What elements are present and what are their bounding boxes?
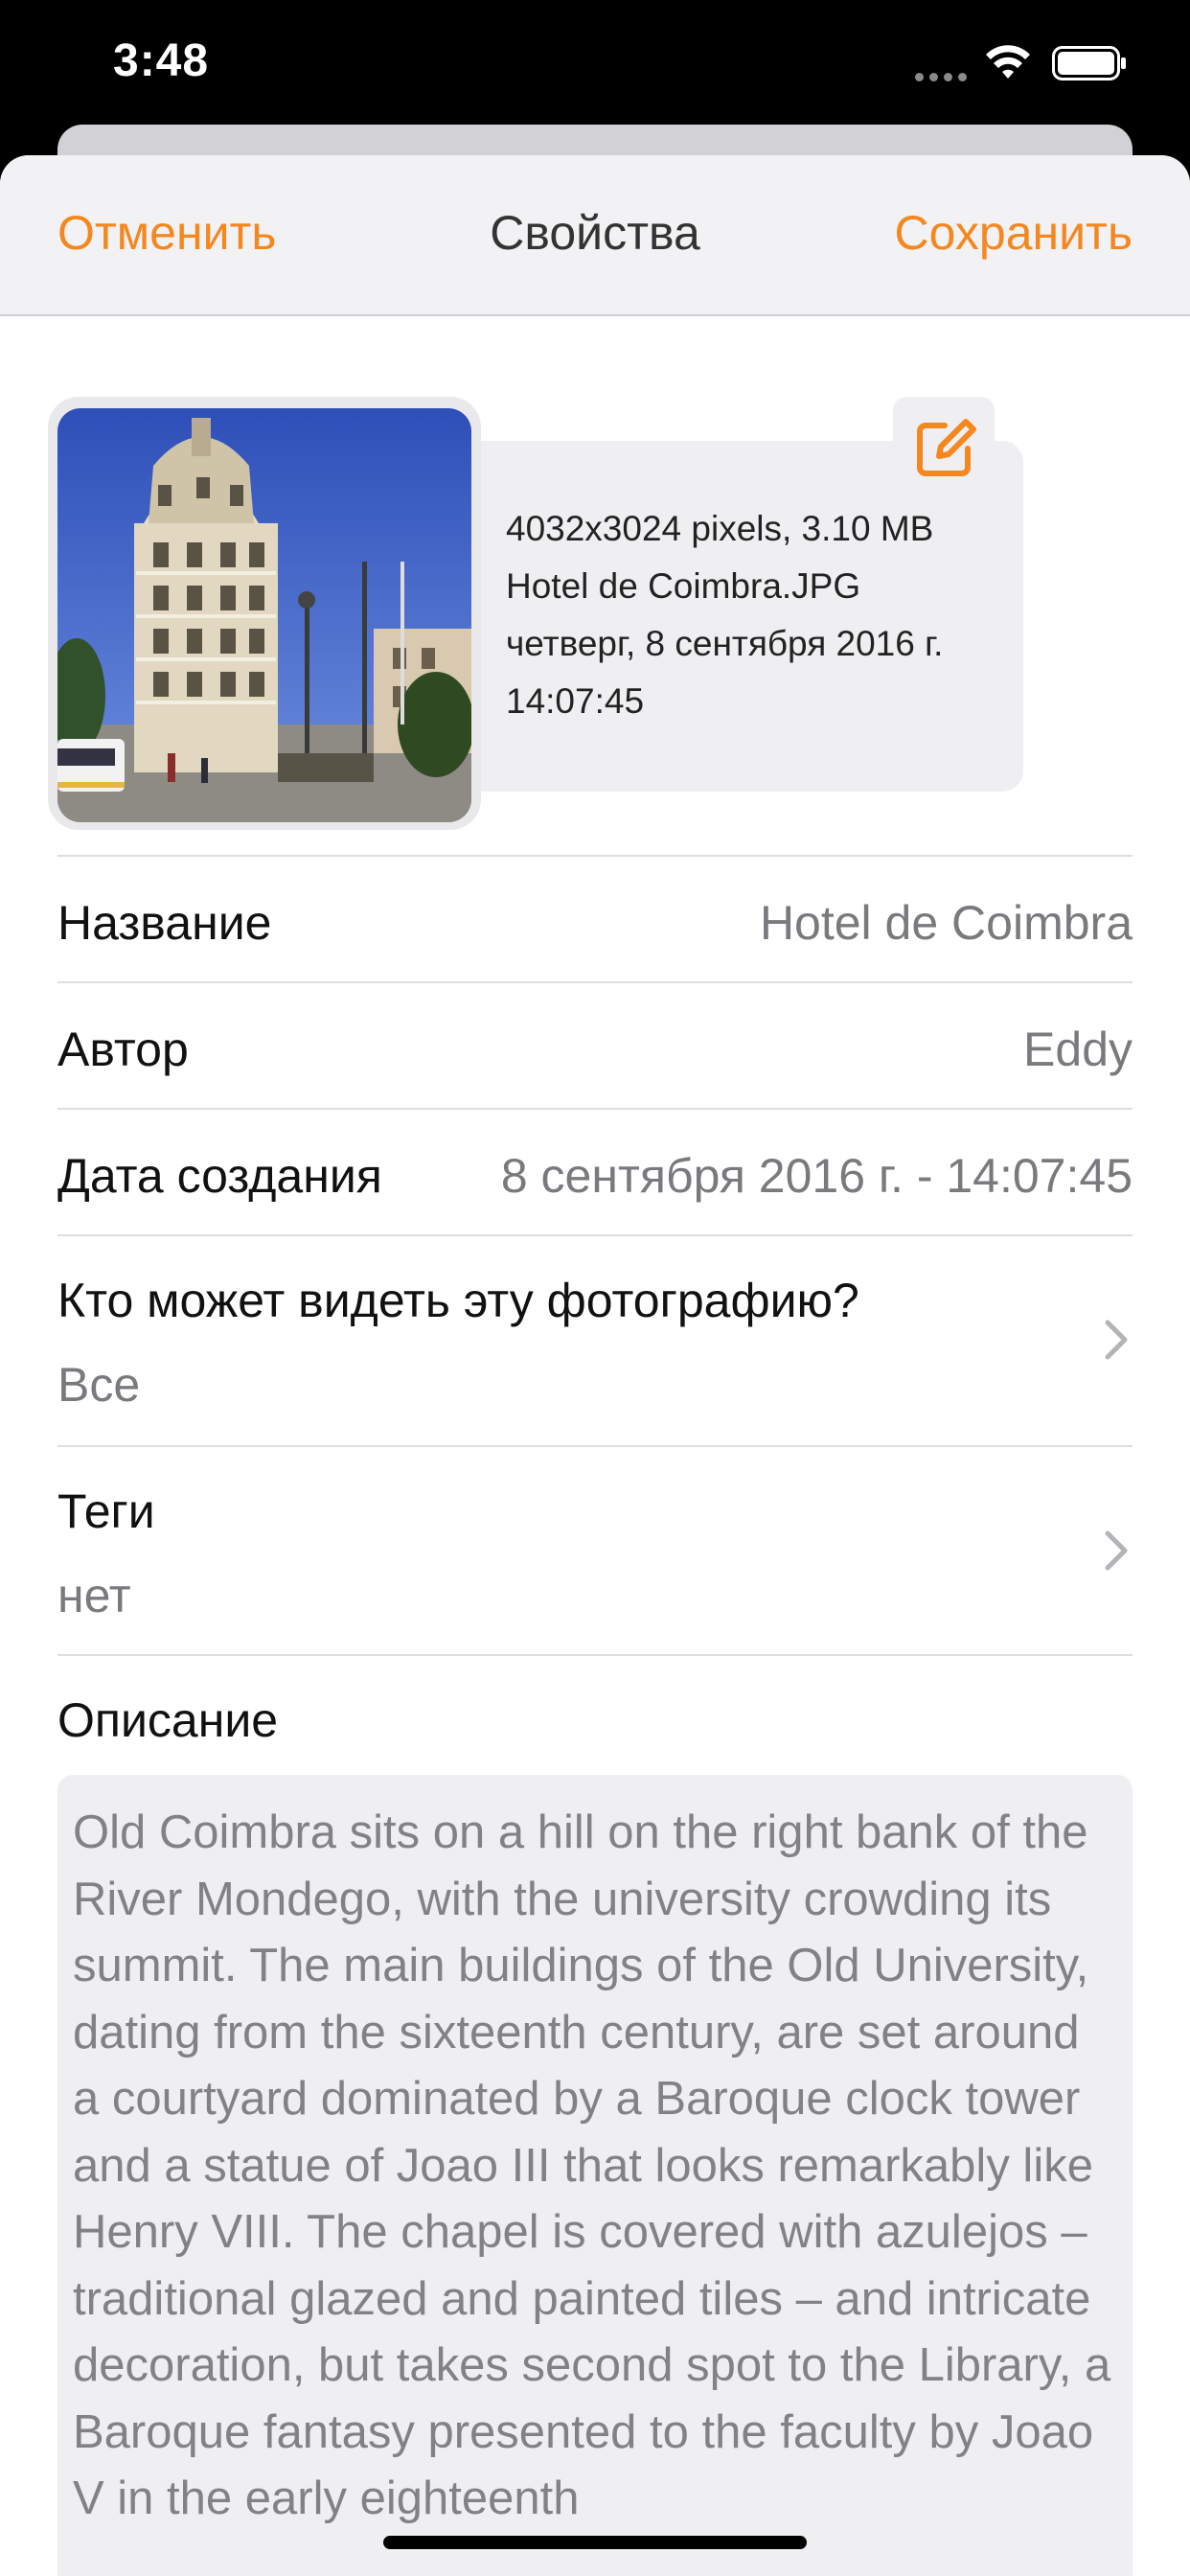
photo-dimensions-size: 4032x3024 pixels, 3.10 MB bbox=[506, 509, 934, 548]
creation-date-row[interactable]: Дата создания 8 сентября 2016 г. - 14:07… bbox=[57, 1108, 1133, 1234]
visibility-row[interactable]: Кто может видеть эту фотографию? Все bbox=[57, 1234, 1133, 1445]
title-value[interactable]: Hotel de Coimbra bbox=[760, 895, 1133, 951]
tags-row[interactable]: Теги нет bbox=[57, 1445, 1133, 1654]
author-row[interactable]: Автор Eddy bbox=[57, 981, 1133, 1108]
author-value[interactable]: Eddy bbox=[1023, 1022, 1133, 1077]
photo-date: четверг, 8 сентября 2016 г. bbox=[506, 624, 944, 663]
photo-time: 14:07:45 bbox=[506, 681, 645, 721]
description-label: Описание bbox=[57, 1693, 279, 1747]
cellular-signal-icon bbox=[915, 73, 967, 81]
description-field[interactable]: Old Coimbra sits on a hill on the right … bbox=[57, 1775, 1133, 2576]
wifi-icon bbox=[986, 45, 1030, 79]
save-button[interactable]: Сохранить bbox=[895, 205, 1133, 261]
chevron-right-icon bbox=[1105, 1320, 1128, 1360]
chevron-right-icon bbox=[1105, 1530, 1128, 1571]
hotel-photo-image bbox=[57, 408, 471, 822]
creation-date-label: Дата создания bbox=[57, 1149, 382, 1203]
description-header: Описание bbox=[57, 1654, 1133, 1775]
square-pencil-icon bbox=[917, 419, 976, 476]
author-label: Автор bbox=[57, 1023, 189, 1076]
creation-date-value[interactable]: 8 сентября 2016 г. - 14:07:45 bbox=[501, 1148, 1133, 1204]
navigation-bar: Свойства Отменить Сохранить bbox=[0, 155, 1190, 316]
visibility-value: Все bbox=[57, 1358, 141, 1412]
title-label: Название bbox=[57, 896, 272, 950]
cancel-button[interactable]: Отменить bbox=[57, 205, 276, 261]
photo-thumbnail[interactable] bbox=[57, 408, 471, 822]
properties-sheet: Свойства Отменить Сохранить 4032x3024 pi… bbox=[0, 155, 1190, 2576]
status-bar: 3:48 bbox=[0, 0, 1190, 125]
photo-metadata: 4032x3024 pixels, 3.10 MB Hotel de Coimb… bbox=[506, 500, 943, 730]
edit-photo-button[interactable] bbox=[893, 397, 995, 498]
home-indicator[interactable] bbox=[383, 2536, 807, 2549]
tags-value: нет bbox=[57, 1569, 131, 1622]
title-row[interactable]: Название Hotel de Coimbra bbox=[57, 855, 1133, 981]
photo-filename: Hotel de Coimbra.JPG bbox=[506, 566, 861, 606]
tags-label: Теги bbox=[57, 1484, 155, 1538]
battery-icon bbox=[1052, 46, 1126, 80]
status-time: 3:48 bbox=[113, 35, 210, 86]
visibility-label: Кто может видеть эту фотографию? bbox=[57, 1274, 859, 1327]
description-text[interactable]: Old Coimbra sits on a hill on the right … bbox=[73, 1800, 1117, 2533]
